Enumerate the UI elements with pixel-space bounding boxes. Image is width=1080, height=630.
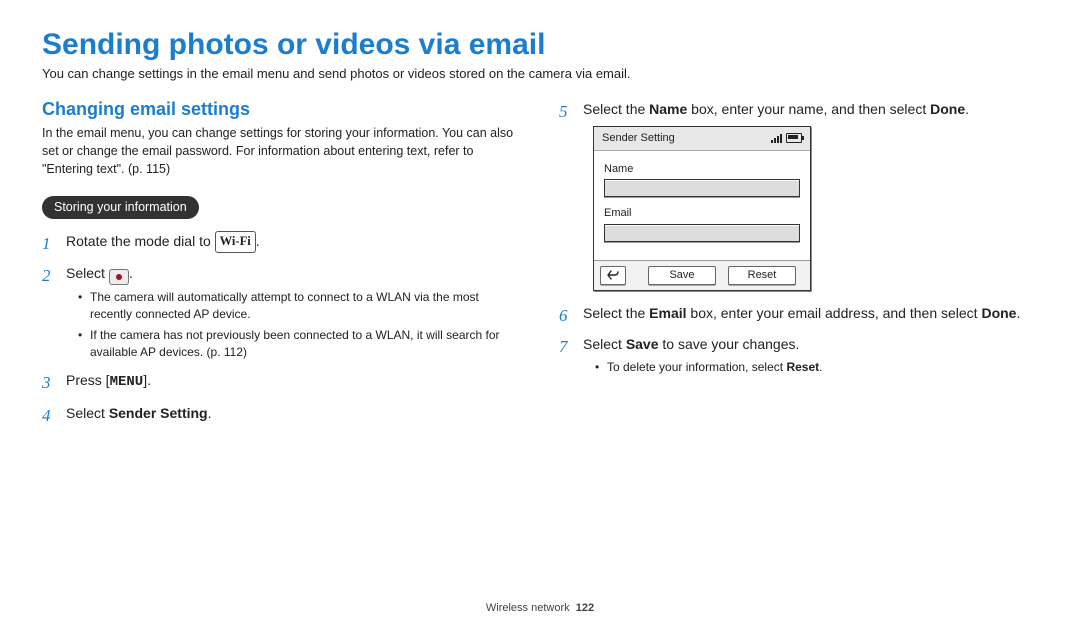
steps-list-left: Rotate the mode dial to Wi-Fi. Select . … — [42, 231, 521, 424]
step-text: . — [965, 101, 969, 117]
battery-icon — [786, 133, 802, 143]
status-icons — [771, 133, 802, 143]
step-4: Select Sender Setting. — [42, 403, 521, 424]
camera-screen-mockup: Sender Setting Name Email — [593, 126, 811, 291]
step-5: Select the Name box, enter your name, an… — [559, 99, 1038, 291]
subsection-pill: Storing your information — [42, 196, 199, 219]
section-paragraph: In the email menu, you can change settin… — [42, 124, 521, 178]
email-icon — [109, 269, 129, 285]
step-text: . — [256, 233, 260, 249]
step-text: Select — [66, 405, 109, 421]
strong: Done — [981, 305, 1016, 321]
left-column: Changing email settings In the email men… — [42, 99, 521, 434]
step-text: to save your changes. — [659, 336, 800, 352]
step-text: Select the — [583, 101, 649, 117]
strong: Reset — [786, 360, 819, 374]
step-text: box, enter your email address, and then … — [687, 305, 982, 321]
right-column: Select the Name box, enter your name, an… — [559, 99, 1038, 434]
two-column-layout: Changing email settings In the email men… — [42, 99, 1038, 434]
email-field[interactable] — [604, 224, 800, 242]
step-text: box, enter your name, and then select — [687, 101, 930, 117]
save-button[interactable]: Save — [648, 266, 716, 285]
step-text: . — [1016, 305, 1020, 321]
lead-text: You can change settings in the email men… — [42, 66, 1038, 81]
section-heading: Changing email settings — [42, 99, 521, 120]
bullet-text: To delete your information, select — [607, 360, 786, 374]
strong: Name — [649, 101, 687, 117]
reset-button[interactable]: Reset — [728, 266, 796, 285]
bullet: To delete your information, select Reset… — [595, 359, 1038, 376]
page-number: 122 — [576, 602, 594, 614]
page-title: Sending photos or videos via email — [42, 28, 1038, 62]
strong: Email — [649, 305, 686, 321]
strong: Done — [930, 101, 965, 117]
name-label: Name — [604, 161, 800, 178]
step-7-bullets: To delete your information, select Reset… — [595, 359, 1038, 376]
step-3: Press [MENU]. — [42, 370, 521, 393]
bullet: The camera will automatically attempt to… — [78, 289, 521, 323]
page-footer: Wireless network 122 — [0, 602, 1080, 614]
step-2-bullets: The camera will automatically attempt to… — [78, 289, 521, 360]
email-label: Email — [604, 205, 800, 222]
step-text: . — [129, 265, 133, 281]
screen-bottom-bar: Save Reset — [594, 260, 810, 290]
step-text: Press [ — [66, 372, 110, 388]
back-button[interactable] — [600, 266, 626, 285]
footer-section: Wireless network — [486, 602, 570, 614]
screen-body: Name Email — [594, 151, 810, 260]
wifi-icon: Wi-Fi — [215, 231, 256, 253]
bullet-text: . — [819, 360, 822, 374]
screen-title: Sender Setting — [602, 130, 675, 147]
step-text: Select — [66, 265, 109, 281]
step-text: Select the — [583, 305, 649, 321]
bullet: If the camera has not previously been co… — [78, 327, 521, 361]
step-6: Select the Email box, enter your email a… — [559, 303, 1038, 324]
strong: Save — [626, 336, 659, 352]
menu-button-icon: MENU — [110, 374, 144, 390]
step-7: Select Save to save your changes. To del… — [559, 334, 1038, 376]
step-2: Select . The camera will automatically a… — [42, 263, 521, 360]
screen-titlebar: Sender Setting — [594, 127, 810, 151]
step-text: ]. — [143, 372, 151, 388]
strong: Sender Setting — [109, 405, 208, 421]
signal-icon — [771, 134, 782, 143]
step-text: . — [208, 405, 212, 421]
step-1: Rotate the mode dial to Wi-Fi. — [42, 231, 521, 253]
step-text: Select — [583, 336, 626, 352]
back-arrow-icon — [607, 270, 619, 280]
step-text: Rotate the mode dial to — [66, 233, 215, 249]
steps-list-right: Select the Name box, enter your name, an… — [559, 99, 1038, 375]
name-field[interactable] — [604, 179, 800, 197]
